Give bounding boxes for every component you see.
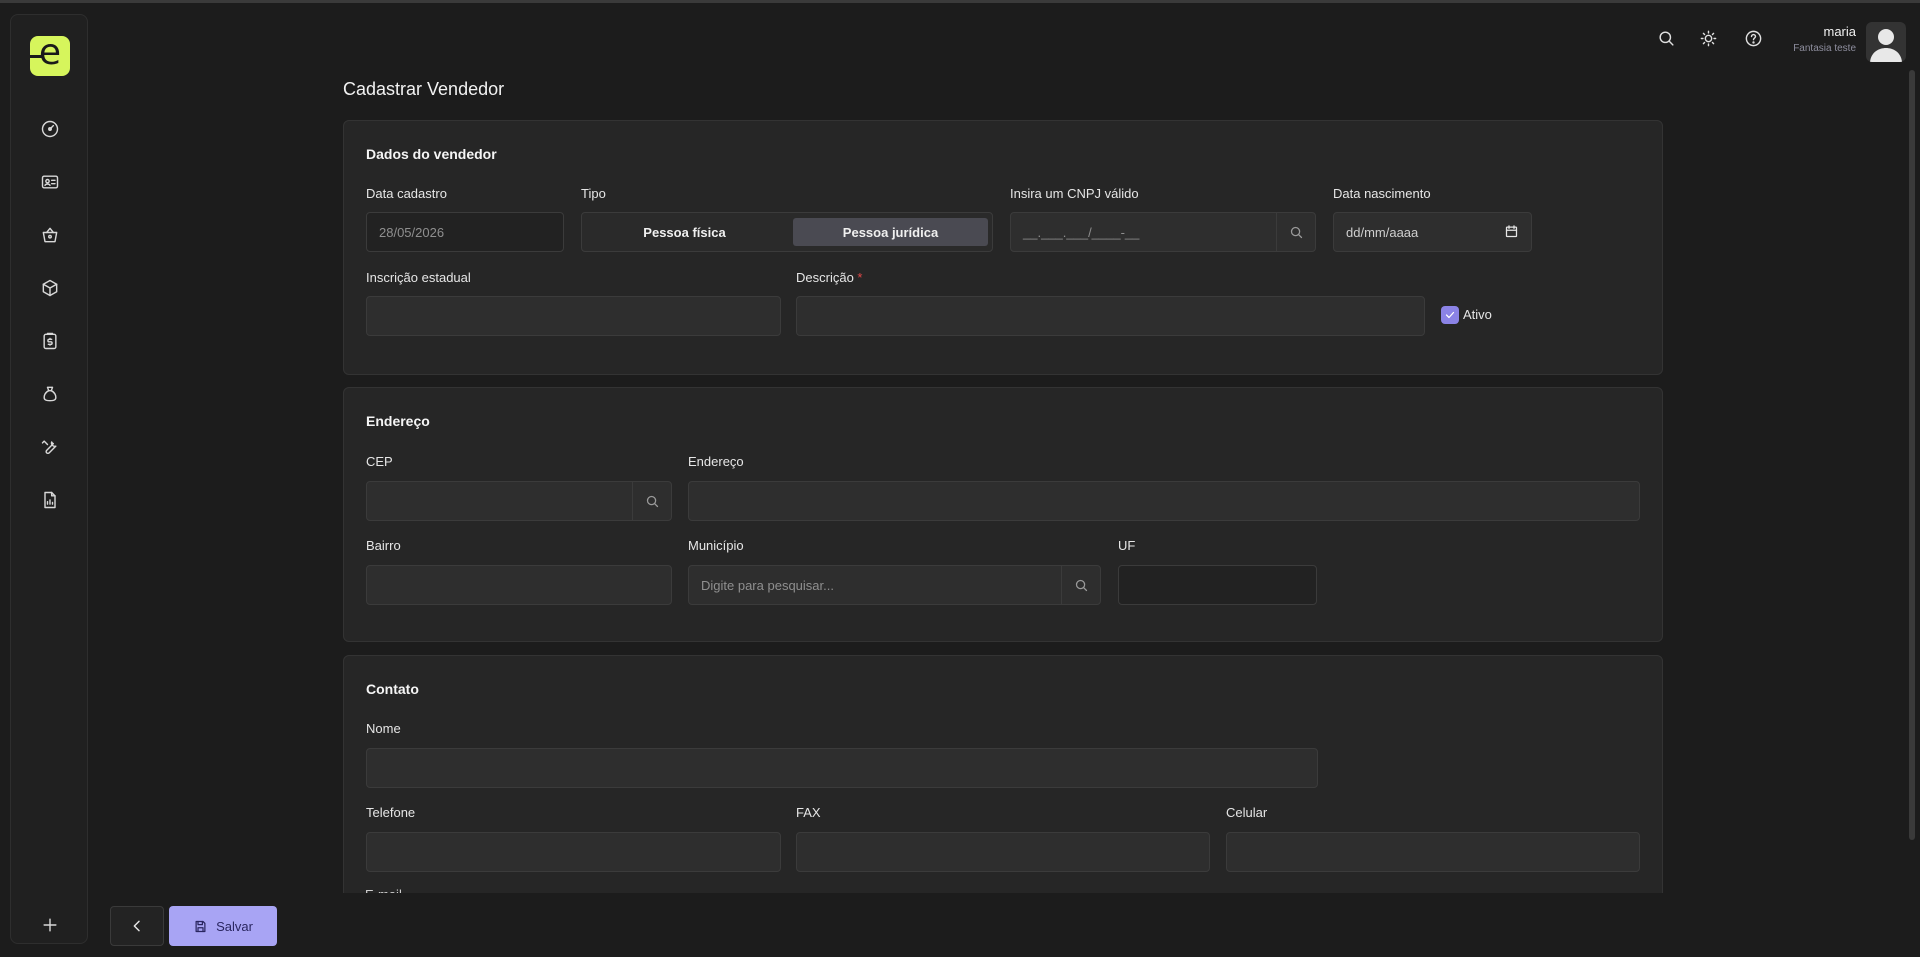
tipo-label: Tipo xyxy=(581,186,606,201)
plus-icon[interactable] xyxy=(38,913,62,937)
celular-input[interactable] xyxy=(1226,832,1640,872)
calendar-icon[interactable] xyxy=(1504,224,1519,242)
check-icon xyxy=(1445,311,1455,319)
footer-bar xyxy=(90,893,1920,957)
chevron-left-icon xyxy=(133,920,140,932)
section-title: Dados do vendedor xyxy=(366,146,497,162)
telefone-label: Telefone xyxy=(366,805,416,820)
ativo-label[interactable]: Ativo xyxy=(1463,307,1492,322)
basket-icon[interactable] xyxy=(38,223,62,247)
page-scrollbar[interactable] xyxy=(1909,70,1915,840)
section-title: Contato xyxy=(366,681,419,697)
sun-icon[interactable] xyxy=(1697,27,1719,49)
report-icon[interactable] xyxy=(38,488,62,512)
cnpj-search-button[interactable] xyxy=(1276,213,1315,251)
money-bag-icon[interactable] xyxy=(38,382,62,406)
municipio-search-button[interactable] xyxy=(1061,566,1100,604)
data-nascimento-input[interactable]: dd/mm/aaaa xyxy=(1333,212,1532,252)
ativo-checkbox[interactable] xyxy=(1441,306,1459,324)
cep-search-button[interactable] xyxy=(632,482,671,520)
bairro-label: Bairro xyxy=(366,538,401,553)
sidebar: e xyxy=(10,14,88,944)
municipio-label: Município xyxy=(688,538,744,553)
box-icon[interactable] xyxy=(38,276,62,300)
cep-label: CEP xyxy=(366,454,393,469)
nome-input[interactable] xyxy=(366,748,1318,788)
endereco-card: Endereço CEP Endereço Bairro Município D… xyxy=(343,387,1663,642)
data-cadastro-field: 28/05/2026 xyxy=(366,212,564,252)
cep-input[interactable] xyxy=(366,481,672,521)
bairro-input[interactable] xyxy=(366,565,672,605)
fax-label: FAX xyxy=(796,805,821,820)
nome-label: Nome xyxy=(366,721,401,736)
app-logo[interactable]: e xyxy=(30,36,70,76)
tipo-pessoa-juridica[interactable]: Pessoa jurídica xyxy=(793,218,988,246)
dados-vendedor-card: Dados do vendedor Data cadastro 28/05/20… xyxy=(343,120,1663,375)
user-name[interactable]: maria xyxy=(1823,24,1856,39)
page-title: Cadastrar Vendedor xyxy=(343,79,505,99)
descricao-input[interactable] xyxy=(796,296,1425,336)
tipo-pessoa-fisica[interactable]: Pessoa física xyxy=(587,218,782,246)
municipio-input[interactable]: Digite para pesquisar... xyxy=(688,565,1101,605)
search-icon xyxy=(646,495,658,507)
inscricao-estadual-input[interactable] xyxy=(366,296,781,336)
tipo-toggle: Pessoa física Pessoa jurídica xyxy=(581,212,993,252)
endereco-input[interactable] xyxy=(688,481,1640,521)
data-cadastro-label: Data cadastro xyxy=(366,186,447,201)
id-card-icon[interactable] xyxy=(38,170,62,194)
back-button[interactable] xyxy=(110,906,164,946)
contato-card: Contato Nome Telefone FAX Celular xyxy=(343,655,1663,915)
cnpj-input[interactable]: __.___.___/____-__ xyxy=(1010,212,1316,252)
wrench-icon[interactable] xyxy=(38,435,62,459)
search-icon xyxy=(1290,226,1302,238)
save-button[interactable]: Salvar xyxy=(169,906,277,946)
telefone-input[interactable] xyxy=(366,832,781,872)
floppy-disk-icon xyxy=(195,920,206,932)
section-title: Endereço xyxy=(366,413,430,429)
inscricao-estadual-label: Inscrição estadual xyxy=(366,270,471,285)
celular-label: Celular xyxy=(1226,805,1268,820)
dashboard-icon[interactable] xyxy=(38,117,62,141)
help-icon[interactable] xyxy=(1742,27,1764,49)
cnpj-label: Insira um CNPJ válido xyxy=(1010,186,1139,201)
uf-input[interactable] xyxy=(1118,565,1317,605)
fax-input[interactable] xyxy=(796,832,1210,872)
clipboard-dollar-icon[interactable] xyxy=(38,329,62,353)
descricao-label: Descrição * xyxy=(796,270,863,285)
required-mark: * xyxy=(857,270,863,285)
data-nascimento-label: Data nascimento xyxy=(1333,186,1431,201)
user-company: Fantasia teste xyxy=(1793,43,1856,54)
search-icon[interactable] xyxy=(1655,27,1677,49)
endereco-label: Endereço xyxy=(688,454,744,469)
uf-label: UF xyxy=(1118,538,1136,553)
window-top-border xyxy=(0,0,1920,3)
avatar[interactable] xyxy=(1866,22,1906,62)
search-icon xyxy=(1075,579,1087,591)
